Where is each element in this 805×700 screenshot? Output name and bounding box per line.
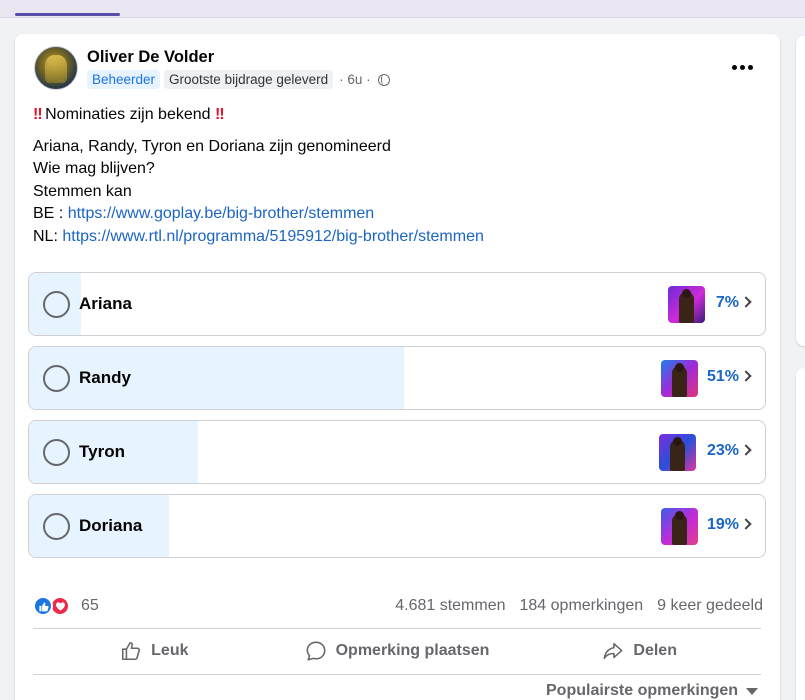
post-line-be: BE : https://www.goplay.be/big-brother/s… — [33, 203, 484, 226]
comment-button[interactable]: Opmerking plaatsen — [276, 630, 519, 672]
chevron-right-icon[interactable] — [740, 444, 752, 456]
link-prefix: NL: — [33, 227, 63, 245]
stats-right: 4.681 stemmen 184 opmerkingen 9 keer ged… — [395, 597, 763, 615]
shares-count[interactable]: 9 keer gedeeld — [657, 597, 763, 615]
double-exclamation-icon: ‼ — [33, 106, 43, 123]
link-prefix: BE : — [33, 205, 68, 222]
globe-icon — [377, 73, 390, 86]
comments-count[interactable]: 184 opmerkingen — [520, 597, 644, 615]
poll-option-label: Tyron — [79, 442, 125, 461]
poll-option-ariana[interactable]: Ariana 7% — [28, 272, 766, 336]
avatar[interactable] — [34, 46, 78, 90]
person-figure — [672, 363, 687, 397]
share-arrow-icon — [603, 642, 623, 660]
thumbs-up-icon — [122, 641, 141, 661]
comment-label: Opmerking plaatsen — [335, 642, 490, 659]
double-exclamation-icon: ‼ — [215, 106, 225, 123]
post-line-nl: NL: https://www.rtl.nl/programma/5195912… — [33, 226, 484, 249]
poll-option-doriana[interactable]: Doriana 19% — [28, 494, 766, 558]
more-options-button[interactable] — [727, 52, 757, 82]
radio-button[interactable] — [43, 365, 70, 392]
like-reaction-icon — [33, 596, 53, 616]
post-line: Stemmen kan — [33, 182, 132, 200]
poll-percent[interactable]: 23% — [707, 442, 739, 460]
goplay-link[interactable]: https://www.goplay.be/big-brother/stemme… — [68, 205, 375, 222]
reaction-icons[interactable] — [33, 596, 77, 616]
adjacent-card-lower — [796, 368, 805, 700]
like-label: Leuk — [151, 642, 189, 659]
poll-option-label: Doriana — [79, 516, 143, 535]
comments-sort-label: Populairste opmerkingen — [546, 682, 739, 699]
poll-option-tyron[interactable]: Tyron 23% — [28, 420, 766, 484]
author-name[interactable]: Oliver De Volder — [87, 48, 214, 67]
post-title-text: Nominaties zijn bekend — [45, 106, 211, 123]
divider — [33, 628, 761, 629]
adjacent-card — [796, 36, 805, 346]
radio-button[interactable] — [43, 513, 70, 540]
caret-down-icon — [746, 687, 759, 695]
active-tab-indicator — [15, 13, 120, 16]
dot-icon — [731, 64, 737, 70]
candidate-thumbnail[interactable] — [661, 360, 698, 397]
post-card: Oliver De Volder Beheerder Grootste bijd… — [15, 34, 780, 700]
post-time[interactable]: · 6u · — [339, 72, 371, 87]
post-title: ‼ Nominaties zijn bekend ‼ — [33, 104, 484, 127]
candidate-thumbnail[interactable] — [661, 508, 698, 545]
share-label: Delen — [633, 642, 677, 659]
top-bar — [0, 0, 805, 18]
rtl-link[interactable]: https://www.rtl.nl/programma/5195912/big… — [62, 228, 484, 245]
post-meta: Beheerder Grootste bijdrage geleverd · 6… — [87, 70, 390, 89]
post-text: ‼ Nominaties zijn bekend ‼ Ariana, Randy… — [33, 104, 484, 248]
reaction-count[interactable]: 65 — [81, 597, 99, 615]
votes-count[interactable]: 4.681 stemmen — [395, 597, 505, 615]
poll-option-label: Ariana — [79, 294, 132, 313]
poll-option-label: Randy — [79, 368, 131, 387]
poll-option-randy[interactable]: Randy 51% — [28, 346, 766, 410]
poll-percent[interactable]: 51% — [707, 368, 739, 386]
chevron-right-icon[interactable] — [740, 518, 752, 530]
admin-badge[interactable]: Beheerder — [87, 70, 161, 89]
action-bar: Leuk Opmerking plaatsen Delen — [33, 630, 761, 672]
poll-percent[interactable]: 19% — [707, 516, 739, 534]
dot-icon — [747, 64, 753, 70]
person-figure — [670, 437, 685, 471]
person-figure — [679, 289, 694, 323]
candidate-thumbnail[interactable] — [659, 434, 696, 471]
post-line: Wie mag blijven? — [33, 160, 155, 177]
love-reaction-icon — [50, 596, 70, 616]
top-contributor-badge[interactable]: Grootste bijdrage geleverd — [164, 70, 334, 89]
poll: Ariana 7% Randy 51% Tyron 23% Doriana 19… — [28, 272, 766, 568]
comments-sort-dropdown[interactable]: Populairste opmerkingen — [546, 682, 759, 700]
candidate-thumbnail[interactable] — [668, 286, 705, 323]
dot-icon — [739, 64, 745, 70]
radio-button[interactable] — [43, 291, 70, 318]
comment-bubble-icon — [306, 641, 326, 661]
chevron-right-icon[interactable] — [740, 370, 752, 382]
post-line: Ariana, Randy, Tyron en Doriana zijn gen… — [33, 137, 391, 155]
like-button[interactable]: Leuk — [33, 630, 276, 672]
share-button[interactable]: Delen — [518, 630, 761, 672]
poll-percent[interactable]: 7% — [716, 294, 739, 312]
person-figure — [672, 511, 687, 545]
chevron-right-icon[interactable] — [740, 296, 752, 308]
divider — [33, 674, 761, 675]
radio-button[interactable] — [43, 439, 70, 466]
post-stats: 65 4.681 stemmen 184 opmerkingen 9 keer … — [33, 594, 763, 618]
